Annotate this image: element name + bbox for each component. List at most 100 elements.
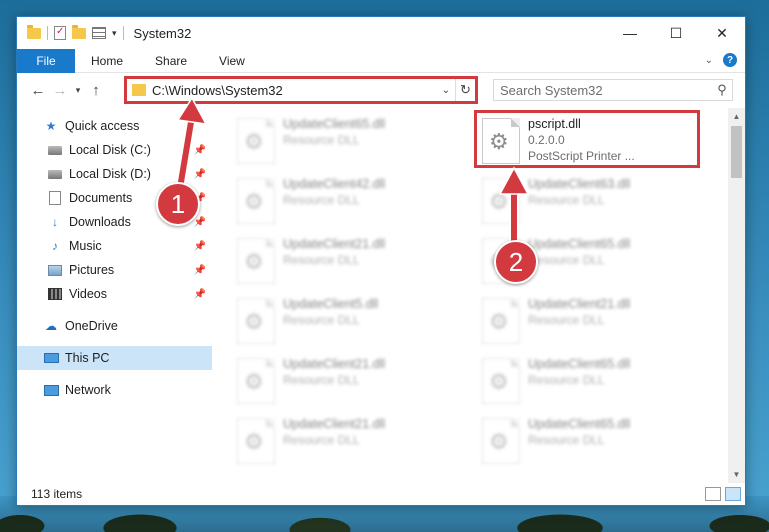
list-item[interactable]: UpdateClient21.dll Resource DLL (233, 354, 463, 410)
cloud-icon: ☁ (45, 319, 57, 333)
sidebar-item-label: Network (65, 383, 111, 397)
explorer-body: ★ Quick access Local Disk (C:) 📌 Local D… (17, 108, 745, 483)
list-item[interactable]: UpdateClient42.dll Resource DLL (233, 174, 463, 230)
dll-file-icon (237, 298, 275, 344)
network-icon (43, 384, 59, 396)
file-name: UpdateClient63.dll (528, 177, 631, 191)
file-type: Resource DLL (283, 433, 360, 447)
sidebar-item-videos[interactable]: Videos 📌 (17, 282, 212, 306)
file-name: UpdateClient65.dll (528, 237, 631, 251)
sidebar-item-network[interactable]: Network (17, 378, 212, 402)
tab-home[interactable]: Home (75, 49, 139, 73)
file-name: UpdateClient21.dll (283, 357, 386, 371)
pin-icon: 📌 (193, 216, 206, 228)
folder-icon (132, 84, 146, 96)
vertical-scrollbar[interactable]: ▲ ▼ (728, 108, 745, 483)
file-type: Resource DLL (283, 373, 360, 387)
dll-file-icon (482, 418, 520, 464)
list-item[interactable]: UpdateClient65.dll Resource DLL (233, 114, 463, 170)
sidebar-item-label: This PC (65, 351, 110, 365)
status-bar: 113 items (17, 483, 745, 505)
forward-button[interactable]: → (49, 82, 71, 99)
recent-locations-button[interactable]: ▾ (71, 85, 85, 96)
file-type: Resource DLL (283, 253, 360, 267)
properties-icon[interactable] (54, 26, 66, 40)
step-1-badge: 1 (156, 182, 200, 226)
star-icon: ★ (45, 119, 57, 133)
dll-file-icon (237, 118, 275, 164)
dll-file-icon (482, 358, 520, 404)
computer-icon (43, 353, 59, 363)
back-button[interactable]: ← (27, 82, 49, 99)
dll-file-icon (237, 358, 275, 404)
list-item[interactable]: UpdateClient21.dll Resource DLL (233, 234, 463, 290)
sidebar-item-onedrive[interactable]: ☁ OneDrive (17, 314, 212, 338)
file-explorer-window: ▾ System32 — ☐ ✕ File Home Share View ⌄ … (16, 16, 746, 506)
address-bar[interactable]: C:\Windows\System32 ⌄ ↻ (124, 76, 478, 104)
sidebar-item-label: Quick access (65, 119, 140, 133)
customize-toolbar-chevron-icon[interactable]: ▾ (112, 28, 117, 39)
search-input[interactable]: Search System32 (500, 83, 712, 98)
up-button[interactable]: ↑ (85, 82, 107, 99)
sidebar-item-label: Local Disk (C:) (69, 143, 151, 157)
maximize-button[interactable]: ☐ (653, 17, 699, 49)
ribbon-tabs: File Home Share View ⌄ ? (17, 48, 745, 73)
navigation-pane: ★ Quick access Local Disk (C:) 📌 Local D… (17, 108, 213, 483)
scrollbar-thumb[interactable] (731, 126, 742, 178)
list-item[interactable]: UpdateClient21.dll Resource DLL (478, 294, 708, 350)
list-item[interactable]: UpdateClient21.dll Resource DLL (233, 414, 463, 470)
sidebar-item-quick-access[interactable]: ★ Quick access (17, 114, 212, 138)
scroll-down-arrow-icon[interactable]: ▼ (728, 466, 745, 483)
navigation-bar: ← → ▾ ↑ C:\Windows\System32 ⌄ ↻ Search S… (17, 73, 745, 107)
file-type: Resource DLL (528, 253, 605, 267)
quick-access-toolbar: ▾ (17, 24, 124, 40)
list-item[interactable]: UpdateClient65.dll Resource DLL (478, 414, 708, 470)
window-controls: — ☐ ✕ (607, 17, 745, 49)
list-item[interactable]: UpdateClient65.dll Resource DLL (478, 354, 708, 410)
help-icon[interactable]: ? (723, 53, 737, 67)
dll-file-icon (237, 178, 275, 224)
tab-file[interactable]: File (17, 48, 75, 73)
pin-icon: 📌 (193, 240, 206, 252)
file-name: UpdateClient5.dll (283, 297, 379, 311)
dll-file-icon (237, 238, 275, 284)
documents-icon (49, 191, 61, 205)
tiles-view-icon[interactable] (725, 487, 741, 501)
list-item[interactable]: UpdateClient5.dll Resource DLL (233, 294, 463, 350)
highlight-box (474, 110, 700, 168)
list-item[interactable]: UpdateClient63.dll Resource DLL (478, 174, 708, 230)
pin-icon: 📌 (193, 168, 206, 180)
folder-icon (27, 24, 41, 39)
sidebar-item-pictures[interactable]: Pictures 📌 (17, 258, 212, 282)
refresh-button[interactable]: ↻ (455, 79, 475, 101)
window-title: System32 (133, 25, 192, 41)
scroll-up-arrow-icon[interactable]: ▲ (728, 108, 745, 125)
expand-ribbon-chevron-icon[interactable]: ⌄ (705, 55, 713, 66)
new-folder-icon[interactable] (72, 24, 86, 39)
dll-file-icon (482, 178, 520, 224)
pin-icon: 📌 (193, 264, 206, 276)
dll-file-icon (482, 298, 520, 344)
view-icon[interactable] (92, 27, 106, 39)
music-icon: ♪ (52, 239, 58, 253)
sidebar-item-label: Local Disk (D:) (69, 167, 151, 181)
address-path[interactable]: C:\Windows\System32 (152, 83, 437, 98)
close-button[interactable]: ✕ (699, 17, 745, 49)
file-type: Resource DLL (528, 193, 605, 207)
address-dropdown-chevron-icon[interactable]: ⌄ (437, 85, 455, 96)
search-box[interactable]: Search System32 ⚲ (493, 79, 733, 101)
sidebar-item-local-disk-c[interactable]: Local Disk (C:) 📌 (17, 138, 212, 162)
file-name: UpdateClient21.dll (283, 417, 386, 431)
sidebar-item-this-pc[interactable]: This PC (17, 346, 212, 370)
sidebar-item-label: Music (69, 239, 102, 253)
file-type: Resource DLL (528, 313, 605, 327)
sidebar-item-music[interactable]: ♪ Music 📌 (17, 234, 212, 258)
details-view-icon[interactable] (705, 487, 721, 501)
tab-share[interactable]: Share (139, 49, 203, 73)
disk-icon (48, 169, 62, 179)
minimize-button[interactable]: — (607, 17, 653, 49)
file-name: UpdateClient21.dll (528, 297, 631, 311)
toolbar-divider (122, 26, 124, 40)
title-bar: ▾ System32 — ☐ ✕ (17, 17, 745, 49)
tab-view[interactable]: View (203, 49, 261, 73)
